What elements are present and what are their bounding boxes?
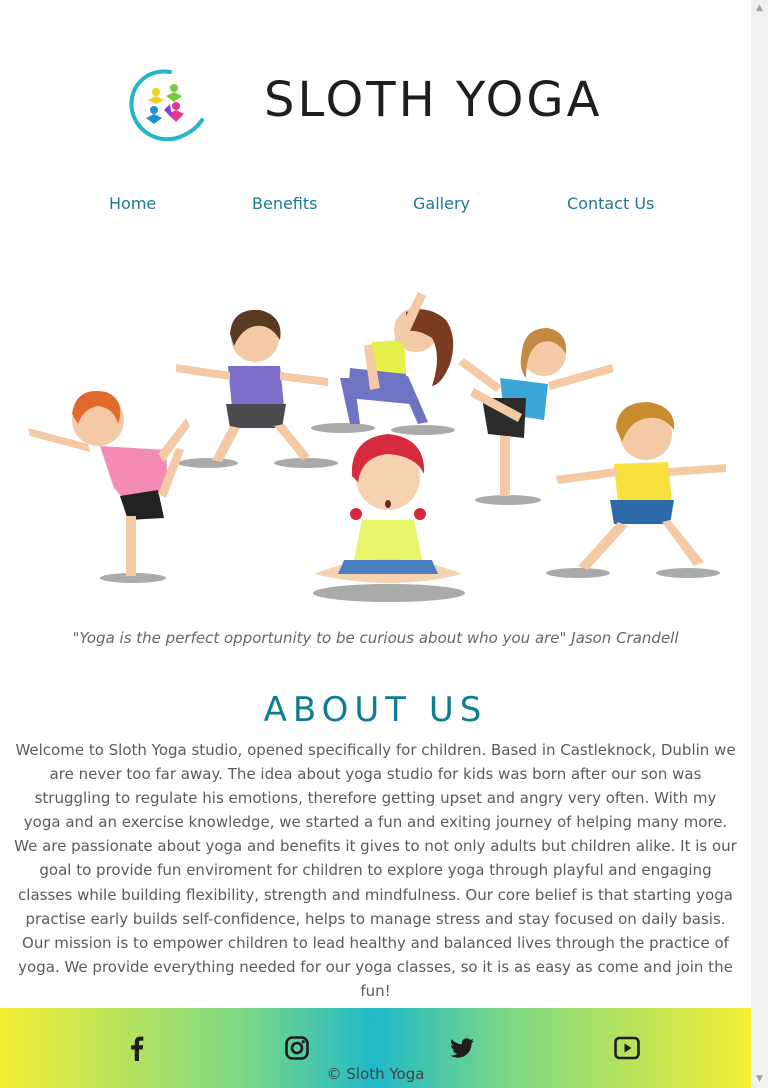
nav-contact-us[interactable]: Contact Us <box>567 194 654 213</box>
hero-image <box>28 292 726 602</box>
twitter-icon[interactable] <box>449 1035 475 1061</box>
logo[interactable] <box>126 66 206 146</box>
kid-blue-girl <box>458 328 614 496</box>
youtube-icon[interactable] <box>614 1035 640 1061</box>
vertical-scrollbar[interactable]: ▲ ▼ <box>751 0 768 1088</box>
facebook-icon[interactable] <box>124 1035 150 1061</box>
about-text: Welcome to Sloth Yoga studio, opened spe… <box>14 741 737 1000</box>
nav-home[interactable]: Home <box>109 194 156 213</box>
nav-benefits[interactable]: Benefits <box>252 194 318 213</box>
nav-gallery[interactable]: Gallery <box>413 194 470 213</box>
kid-purple <box>176 309 328 462</box>
scroll-up-arrow-icon[interactable]: ▲ <box>751 0 768 17</box>
quote-text: "Yoga is the perfect opportunity to be c… <box>72 629 679 647</box>
kid-pink <box>28 390 190 576</box>
page: SLOTH YOGA Home Benefits Gallery Contact… <box>0 0 751 1088</box>
about-title: ABOUT US <box>263 690 488 730</box>
instagram-icon[interactable] <box>284 1035 310 1061</box>
footer: © Sloth Yoga <box>0 1008 751 1088</box>
main-nav: Home Benefits Gallery Contact Us <box>0 194 751 218</box>
copyright: © Sloth Yoga <box>326 1065 425 1083</box>
brand-title: SLOTH YOGA <box>264 72 603 128</box>
kid-meditating <box>314 434 462 583</box>
kid-yellow-boy <box>556 402 726 570</box>
scroll-down-arrow-icon[interactable]: ▼ <box>751 1071 768 1088</box>
kid-yellow-girl <box>340 292 454 424</box>
